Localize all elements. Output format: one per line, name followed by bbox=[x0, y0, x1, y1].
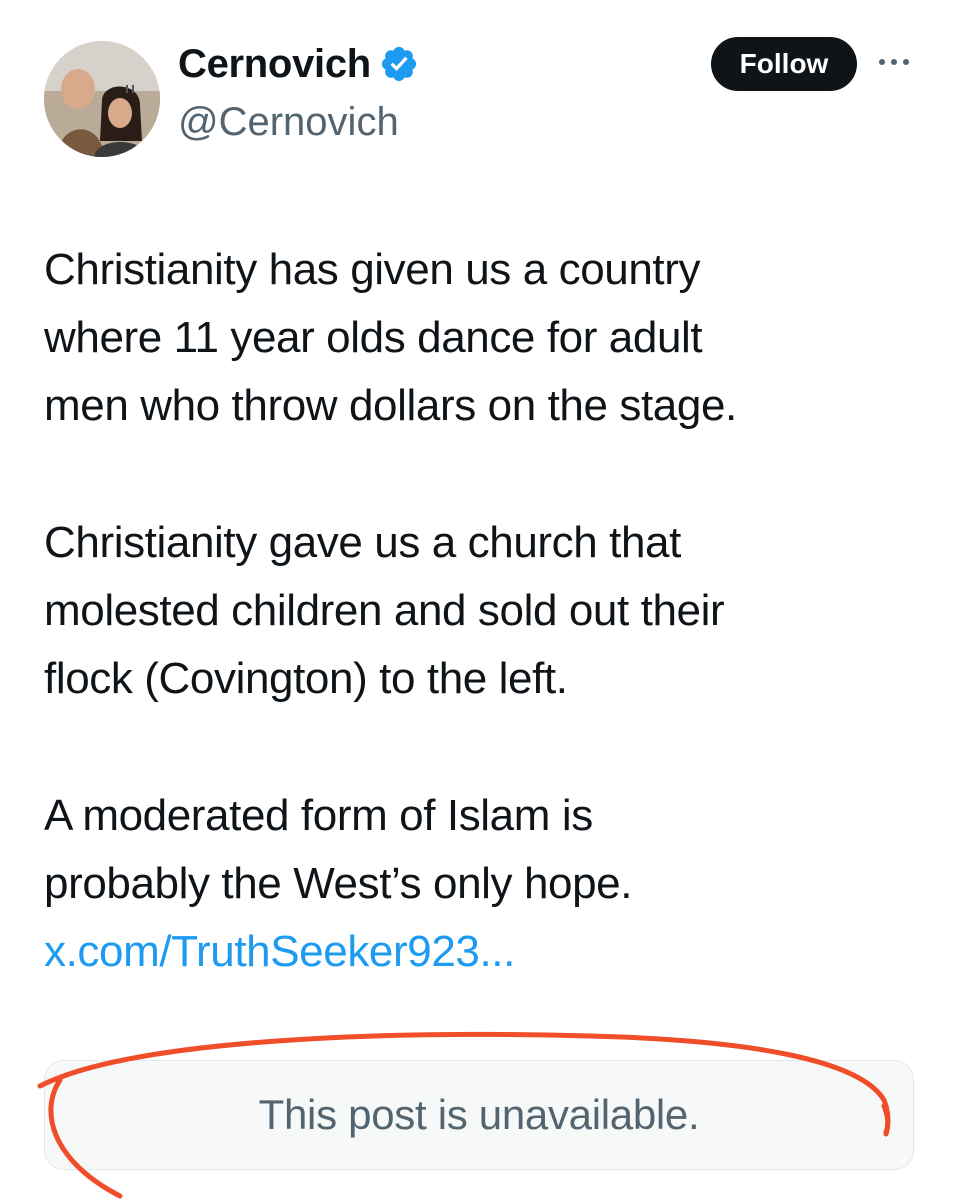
tweet-text: Christianity has given us a country wher… bbox=[44, 236, 924, 986]
avatar-photo bbox=[44, 41, 160, 157]
tweet-link[interactable]: x.com/TruthSeeker923... bbox=[44, 918, 924, 986]
user-handle[interactable]: @Cernovich bbox=[178, 100, 399, 145]
more-options-icon[interactable] bbox=[874, 50, 914, 74]
tweet-paragraph: Christianity has given us a country wher… bbox=[44, 245, 737, 430]
display-name[interactable]: Cernovich bbox=[178, 38, 419, 90]
tweet-paragraph: A moderated form of Islam is probably th… bbox=[44, 791, 633, 908]
follow-button[interactable]: Follow bbox=[711, 37, 857, 91]
unavailable-message: This post is unavailable. bbox=[258, 1091, 700, 1138]
avatar[interactable] bbox=[44, 41, 160, 157]
tweet-paragraph: Christianity gave us a church that moles… bbox=[44, 518, 725, 703]
quoted-post-card[interactable]: This post is unavailable. bbox=[44, 1060, 914, 1170]
display-name-text: Cernovich bbox=[178, 41, 371, 86]
verified-badge-icon bbox=[379, 44, 419, 84]
